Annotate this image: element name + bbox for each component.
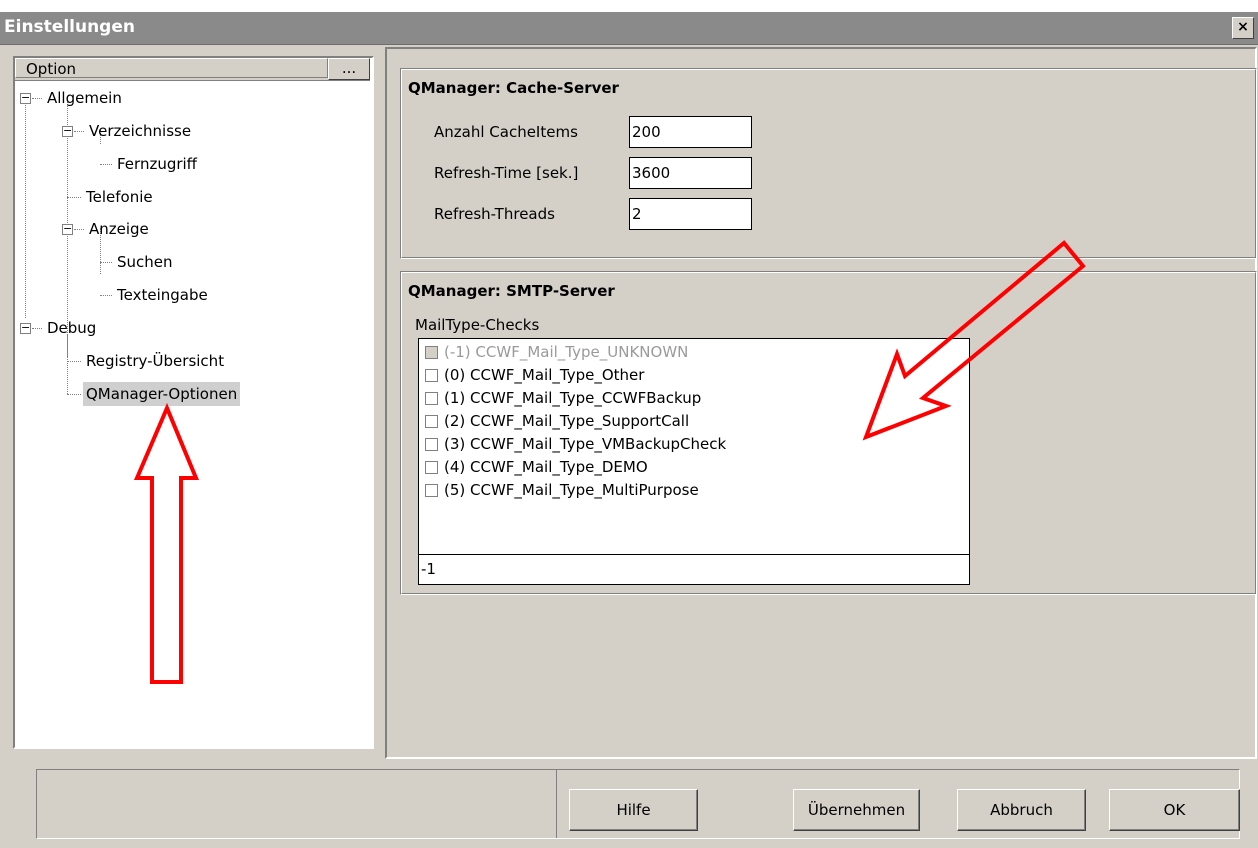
arrow-down-left-icon (862, 240, 1086, 441)
annotation-arrows (133, 240, 1086, 684)
arrow-up-icon (133, 402, 199, 684)
